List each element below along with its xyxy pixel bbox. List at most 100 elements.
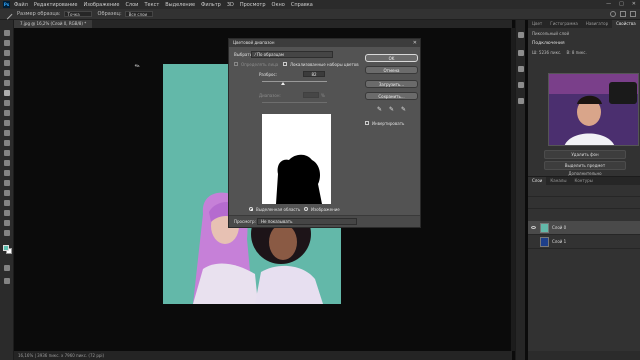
range-slider-track[interactable] — [262, 102, 327, 103]
quick-mask-icon[interactable] — [4, 265, 10, 271]
menu-select[interactable]: Выделение — [165, 2, 195, 8]
brush-tool-icon[interactable] — [4, 110, 10, 116]
maximize-button[interactable]: □ — [619, 1, 624, 7]
lasso-tool-icon[interactable] — [4, 50, 10, 56]
menu-layers[interactable]: Слои — [125, 2, 138, 8]
sample-size-select[interactable]: Точка — [63, 11, 92, 17]
healing-brush-icon[interactable] — [4, 100, 10, 106]
close-window-button[interactable]: ✕ — [632, 1, 636, 7]
color-range-dialog: Цветовой диапазон ✕ Выбрать: ⁄ По образц… — [228, 38, 421, 228]
zoom-tool-icon[interactable] — [4, 230, 10, 236]
character-panel-icon[interactable] — [518, 82, 524, 88]
marquee-tool-icon[interactable] — [4, 40, 10, 46]
load-button[interactable]: Загрузить... — [365, 80, 418, 88]
hand-tool-icon[interactable] — [4, 220, 10, 226]
eyedropper-tool-icon[interactable] — [2, 9, 13, 19]
share-icon[interactable] — [630, 11, 636, 17]
clone-stamp-icon[interactable] — [4, 120, 10, 126]
fuzziness-input[interactable]: 82 — [303, 71, 325, 77]
pen-tool-icon[interactable] — [4, 180, 10, 186]
minimize-button[interactable]: — — [606, 1, 611, 7]
tab-properties[interactable]: Свойства — [612, 20, 640, 28]
brush-panel-icon[interactable] — [518, 66, 524, 72]
invert-label: Инвертировать — [372, 121, 405, 126]
fuzziness-slider-handle[interactable] — [280, 82, 285, 85]
move-tool-icon[interactable] — [4, 30, 10, 36]
tab-navigator[interactable]: Навигатор — [582, 20, 612, 28]
localized-checkbox[interactable] — [283, 62, 287, 66]
preview-dropdown[interactable]: Не показывать — [257, 218, 357, 225]
tab-layers[interactable]: Слои — [528, 177, 547, 185]
menu-bar: Ps Файл Редактирование Изображение Слои … — [0, 0, 640, 9]
crop-tool-icon[interactable] — [4, 70, 10, 76]
menu-3d[interactable]: 3D — [227, 2, 234, 8]
foreground-color-swatch[interactable] — [3, 245, 9, 251]
layer-name[interactable]: Слой 0 — [552, 221, 566, 235]
eyedropper-add-icon[interactable]: ✎ — [389, 106, 394, 113]
menu-type[interactable]: Текст — [144, 2, 159, 8]
dodge-tool-icon[interactable] — [4, 170, 10, 176]
history-panel-icon[interactable] — [518, 32, 524, 38]
width-value[interactable]: Ш: 5236 пикс. — [532, 50, 561, 55]
tab-histogram[interactable]: Гистограмма — [546, 20, 582, 28]
eyedropper-icon[interactable] — [4, 90, 10, 96]
save-button[interactable]: Сохранить... — [365, 92, 418, 100]
tab-color[interactable]: Цвет — [528, 20, 546, 28]
tab-paths[interactable]: Контуры — [570, 177, 596, 185]
select-subject-button[interactable]: Выделить предмет — [544, 161, 626, 170]
layer-thumbnail — [540, 237, 549, 247]
menu-image[interactable]: Изображение — [83, 2, 119, 8]
layer-row[interactable]: Слой 0 — [528, 221, 640, 235]
type-tool-icon[interactable] — [4, 190, 10, 196]
search-icon[interactable] — [610, 11, 616, 17]
menu-view[interactable]: Просмотр — [240, 2, 266, 8]
range-label: Диапазон: — [259, 93, 281, 98]
ok-button[interactable]: OK — [365, 54, 418, 62]
select-dropdown[interactable]: ⁄ По образцам — [251, 51, 333, 58]
menu-window[interactable]: Окно — [272, 2, 285, 8]
selection-preview[interactable] — [262, 114, 331, 204]
image-radio[interactable] — [304, 207, 308, 211]
selection-radio[interactable] — [249, 207, 253, 211]
screen-mode-icon[interactable] — [4, 278, 10, 284]
menu-file[interactable]: Файл — [14, 2, 28, 8]
shape-tool-icon[interactable] — [4, 210, 10, 216]
fuzziness-slider-track[interactable] — [262, 81, 327, 82]
layers-filter-row — [528, 185, 640, 197]
photoshop-logo-icon[interactable]: Ps — [3, 1, 10, 8]
document-tab[interactable]: 7.jpg @ 16,2% (Слой 0, RGB/8) * — [14, 20, 93, 28]
workspace-icon[interactable] — [620, 11, 626, 17]
layers-panel: Слои Каналы Контуры Слой 0 Слой 1 — [528, 176, 640, 360]
range-input[interactable] — [303, 92, 319, 98]
eraser-tool-icon[interactable] — [4, 140, 10, 146]
invert-checkbox[interactable] — [365, 121, 369, 125]
selection-radio-label: Выделенная область — [256, 207, 301, 212]
dialog-close-button[interactable]: ✕ — [413, 39, 417, 47]
gradient-tool-icon[interactable] — [4, 150, 10, 156]
path-select-icon[interactable] — [4, 200, 10, 206]
cancel-button[interactable]: Отмена — [365, 66, 418, 74]
detect-faces-checkbox[interactable] — [234, 62, 238, 66]
layer-preview-thumbnail — [548, 73, 639, 146]
history-brush-icon[interactable] — [4, 130, 10, 136]
layer-row[interactable]: Слой 1 — [528, 235, 640, 249]
layers-blend-row — [528, 197, 640, 209]
sample-select[interactable]: Все слои — [124, 11, 153, 17]
layers-bottom-bar — [528, 351, 640, 360]
menu-filter[interactable]: Фильтр — [201, 2, 221, 8]
quick-select-tool-icon[interactable] — [4, 60, 10, 66]
layer-name[interactable]: Слой 1 — [552, 235, 566, 249]
eye-icon[interactable] — [531, 226, 536, 229]
eyedropper-sample-icon[interactable]: ✎ — [377, 106, 382, 113]
tab-channels[interactable]: Каналы — [546, 177, 570, 185]
adjustments-panel-icon[interactable] — [518, 50, 524, 56]
menu-help[interactable]: Справка — [291, 2, 313, 8]
image-radio-label: Изображение — [311, 207, 340, 212]
height-value[interactable]: В: 8 пикс. — [566, 50, 586, 55]
eyedropper-subtract-icon[interactable]: ✎ — [401, 106, 406, 113]
remove-background-button[interactable]: Удалить фон — [544, 150, 626, 159]
menu-edit[interactable]: Редактирование — [34, 2, 78, 8]
blur-tool-icon[interactable] — [4, 160, 10, 166]
frame-tool-icon[interactable] — [4, 80, 10, 86]
paragraph-panel-icon[interactable] — [518, 98, 524, 104]
